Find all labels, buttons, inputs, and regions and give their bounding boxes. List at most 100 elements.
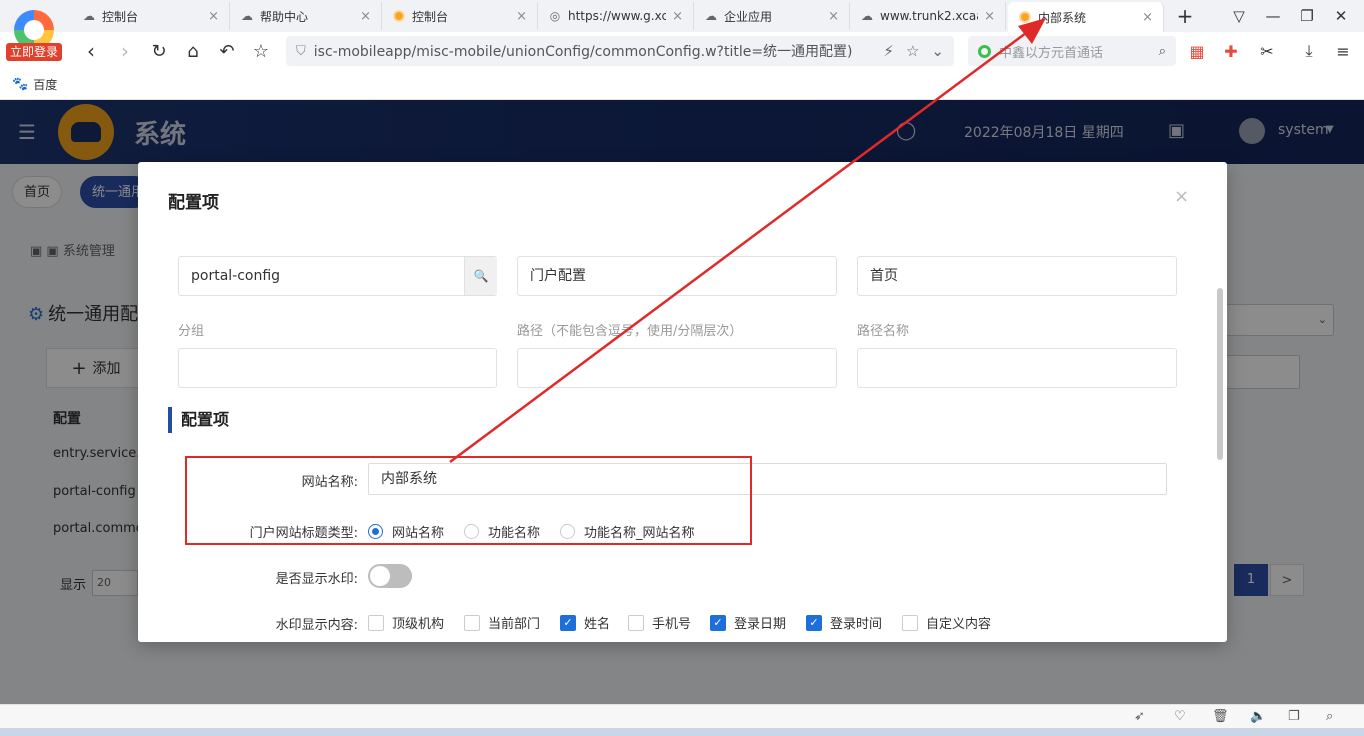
forward-icon[interactable]: › xyxy=(110,36,140,66)
checkbox-name[interactable]: ✓ 姓名 xyxy=(560,613,610,632)
trash-icon[interactable]: 🗑 xyxy=(1212,709,1229,724)
close-window-icon[interactable]: ✕ xyxy=(1324,4,1358,28)
window-icon[interactable]: ❐ xyxy=(1288,709,1300,724)
watermark-label: 是否显示水印: xyxy=(275,572,358,587)
close-icon[interactable]: × xyxy=(516,9,527,24)
search-box[interactable]: 中鑫以方元首通话 ⌕ xyxy=(968,36,1176,66)
back-icon[interactable]: ‹ xyxy=(76,36,106,66)
tab-label: 企业应用 xyxy=(724,9,773,24)
heart-icon[interactable]: ♡ xyxy=(1174,709,1186,724)
path-name-value-input[interactable]: 首页 xyxy=(857,256,1177,296)
download-icon[interactable]: ⤓ xyxy=(1298,40,1320,62)
browser-tab[interactable]: ☁ 帮助中心 × xyxy=(230,2,382,30)
minimize-icon[interactable]: — xyxy=(1256,4,1290,28)
close-icon[interactable]: × xyxy=(360,9,371,24)
login-badge[interactable]: 立即登录 xyxy=(6,43,62,61)
restore-icon[interactable]: ❐ xyxy=(1290,4,1324,28)
toggle-knob xyxy=(370,566,390,586)
checkbox-phone[interactable]: 手机号 xyxy=(628,613,691,632)
shield-icon: ⛉ xyxy=(296,43,306,59)
bookmarks-bar: 🐾 百度 xyxy=(0,70,1364,100)
new-tab-button[interactable]: + xyxy=(1168,4,1202,28)
reload-icon[interactable]: ↻ xyxy=(144,36,174,66)
close-icon[interactable]: × xyxy=(1174,186,1189,207)
zoom-icon[interactable]: ⌕ xyxy=(1326,709,1333,724)
search-icon[interactable]: ⌕ xyxy=(1159,44,1166,59)
orange-app-icon xyxy=(392,9,406,23)
checkbox-top-org[interactable]: 顶级机构 xyxy=(368,613,444,632)
section-title: 配置项 xyxy=(168,407,229,433)
rocket-icon[interactable]: ➶ xyxy=(1134,709,1145,724)
checkbox[interactable] xyxy=(902,614,918,631)
search-engine-icon xyxy=(978,44,991,58)
checkbox-custom-content[interactable]: 自定义内容 xyxy=(902,613,991,632)
checkbox-checked[interactable]: ✓ xyxy=(560,614,576,631)
config-modal: 配置项 × portal-config 🔍 门户配置 首页 分组 路径（不能包含… xyxy=(138,162,1227,642)
annotation-highlight-box xyxy=(185,456,752,545)
group-value-input[interactable]: portal-config xyxy=(178,256,497,296)
game-icon[interactable]: ✚ xyxy=(1220,40,1242,62)
tab-label: 内部系统 xyxy=(1038,10,1087,25)
chevron-down-icon[interactable]: ⌄ xyxy=(931,42,944,60)
star-icon[interactable]: ☆ xyxy=(246,36,276,66)
browser-tab[interactable]: ☁ www.trunk2.xcaa × xyxy=(850,2,1006,30)
watermark-toggle[interactable] xyxy=(368,564,412,588)
browser-tab[interactable]: ◎ https://www.g.xca × xyxy=(538,2,694,30)
checkbox-label: 登录日期 xyxy=(734,617,787,632)
close-icon[interactable]: × xyxy=(828,9,839,24)
checkbox-current-dept[interactable]: 当前部门 xyxy=(464,613,540,632)
browser-tab[interactable]: ☁ 控制台 × xyxy=(72,2,230,30)
close-icon[interactable]: × xyxy=(1142,10,1153,25)
modal-scrollbar[interactable] xyxy=(1217,288,1223,460)
address-url[interactable]: isc-mobileapp/misc-mobile/unionConfig/co… xyxy=(314,41,872,61)
checkbox-login-date[interactable]: ✓ 登录日期 xyxy=(710,613,786,632)
checkbox-login-time[interactable]: ✓ 登录时间 xyxy=(806,613,882,632)
path-name-input[interactable] xyxy=(857,348,1177,388)
bookmark-star-icon[interactable]: ☆ xyxy=(906,42,919,60)
shirt-icon[interactable]: ▽ xyxy=(1222,4,1256,28)
checkbox[interactable] xyxy=(368,614,384,631)
checkbox-label: 姓名 xyxy=(584,617,611,632)
tab-label: https://www.g.xca xyxy=(568,9,667,23)
group-label: 分组 xyxy=(178,324,205,339)
path-name-label: 路径名称 xyxy=(857,324,910,339)
apps-grid-icon[interactable]: ▦ xyxy=(1186,40,1208,62)
scissors-icon[interactable]: ✂ xyxy=(1256,40,1278,62)
undo-icon[interactable]: ↶ xyxy=(212,36,242,66)
group-input[interactable] xyxy=(178,348,497,388)
search-icon[interactable]: 🔍 xyxy=(464,257,497,295)
browser-tab-active[interactable]: 内部系统 × xyxy=(1008,2,1164,32)
baidu-icon: 🐾 xyxy=(12,77,29,92)
checkbox-checked[interactable]: ✓ xyxy=(806,614,822,631)
checkbox-label: 顶级机构 xyxy=(392,617,445,632)
app-viewport: ☰ 系统 ◯ 2022年08月18日 星期四 ▣ system ▼ 首页 统一通… xyxy=(0,100,1364,704)
browser-toolbar: ‹ › ↻ ⌂ ↶ ☆ ⛉ isc-mobileapp/misc-mobile/… xyxy=(0,32,1364,70)
globe-icon: ◎ xyxy=(549,9,561,23)
checkbox-label: 手机号 xyxy=(652,617,692,632)
lightning-icon[interactable]: ⚡ xyxy=(883,42,894,60)
address-bar[interactable]: ⛉ isc-mobileapp/misc-mobile/unionConfig/… xyxy=(286,36,954,66)
checkbox[interactable] xyxy=(464,614,480,631)
orange-app-icon xyxy=(1018,10,1032,24)
checkbox-label: 登录时间 xyxy=(830,617,883,632)
close-icon[interactable]: × xyxy=(984,9,995,24)
close-icon[interactable]: × xyxy=(672,9,683,24)
tab-label: 帮助中心 xyxy=(260,9,309,24)
path-value-input[interactable]: 门户配置 xyxy=(517,256,837,296)
path-label: 路径（不能包含逗号，使用/分隔层次） xyxy=(517,324,743,339)
search-input[interactable]: 中鑫以方元首通话 xyxy=(999,42,1159,61)
volume-icon[interactable]: 🔈 xyxy=(1250,709,1266,724)
browser-tab[interactable]: ☁ 企业应用 × xyxy=(694,2,850,30)
browser-tab[interactable]: 控制台 × xyxy=(382,2,538,30)
browser-tab-bar: ☁ 控制台 × ☁ 帮助中心 × 控制台 × ◎ https://www.g.x… xyxy=(0,0,1364,32)
checkbox-checked[interactable]: ✓ xyxy=(710,614,726,631)
bookmark-baidu[interactable]: 百度 xyxy=(33,76,57,93)
home-icon[interactable]: ⌂ xyxy=(178,36,208,66)
cloud-icon: ☁ xyxy=(83,9,95,23)
checkbox[interactable] xyxy=(628,614,644,631)
close-icon[interactable]: × xyxy=(208,9,219,24)
modal-title: 配置项 xyxy=(168,193,219,213)
menu-icon[interactable]: ≡ xyxy=(1332,40,1354,62)
path-input[interactable] xyxy=(517,348,837,388)
checkbox-label: 当前部门 xyxy=(488,617,541,632)
